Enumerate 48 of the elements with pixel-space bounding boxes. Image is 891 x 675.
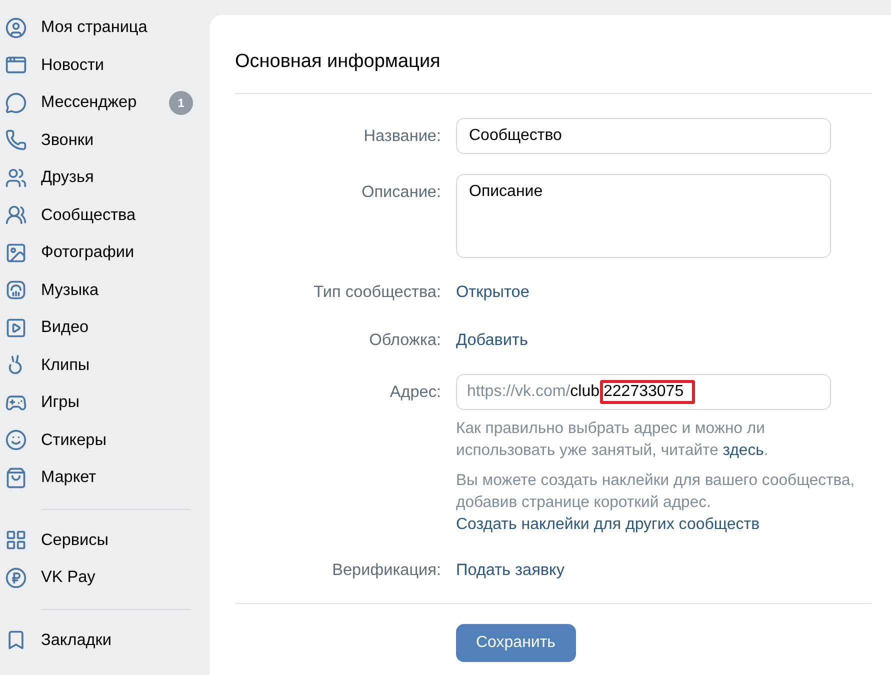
sidebar-item[interactable]: Новости <box>0 46 210 84</box>
video-play-icon <box>5 316 27 339</box>
sidebar-item[interactable]: Фотографии <box>0 234 210 272</box>
save-button[interactable]: Сохранить <box>456 624 576 662</box>
bag-icon <box>5 466 27 489</box>
name-input[interactable]: Сообщество <box>456 118 831 154</box>
grid-icon <box>5 529 27 552</box>
stickers-link[interactable]: Создать наклейки для других сообществ <box>456 514 760 536</box>
sidebar-item[interactable]: Музыка <box>0 272 210 309</box>
sidebar-item[interactable]: Сообщества <box>0 196 210 234</box>
sidebar-item[interactable]: Клипы <box>0 346 210 384</box>
field-label: Верификация: <box>331 560 441 580</box>
field-label: Обложка: <box>368 330 441 350</box>
unread-count-badge: 1 <box>169 90 193 115</box>
field-link[interactable]: Подать заявку <box>456 556 564 584</box>
sidebar-item[interactable]: Друзья <box>0 159 210 196</box>
news-window-icon <box>5 54 27 76</box>
music-icon <box>5 279 27 302</box>
here-link[interactable]: здесь <box>722 442 764 459</box>
field-label: Описание: <box>360 182 441 202</box>
sidebar-item[interactable]: Закладки <box>0 622 210 659</box>
sidebar-item[interactable]: Видео <box>0 309 210 346</box>
chat-bubble-icon <box>5 92 27 114</box>
friends-icon <box>5 166 27 189</box>
image-icon <box>5 242 27 264</box>
address-input[interactable]: https://vk.com/club 222733075 <box>456 374 831 410</box>
sidebar-item[interactable]: Звонки <box>0 122 210 159</box>
section-title: Основная информация <box>235 51 442 73</box>
group-icon <box>5 204 27 226</box>
sidebar-item[interactable]: Игры <box>0 384 210 422</box>
hint-text: Вы можете создать наклейки для вашего сообщества, добавив странице короткий адрес. <box>456 471 856 513</box>
hint-text: Как правильно выбрать адрес и можно ли использовать уже занятый, читайте здесь. <box>456 419 770 461</box>
sidebar-item[interactable]: Сервисы <box>0 522 210 559</box>
sidebar-item[interactable]: Маркет <box>0 459 210 496</box>
field-label: Название: <box>362 126 441 146</box>
ruble-coin-icon <box>5 566 27 589</box>
sidebar-item[interactable]: VK Pay <box>0 559 210 596</box>
field-label: Тип сообщества: <box>312 282 441 302</box>
sidebar-item[interactable]: Стикеры <box>0 422 210 459</box>
smile-icon <box>5 429 27 452</box>
field-label: Адрес: <box>388 382 441 402</box>
phone-icon <box>5 129 27 152</box>
sidebar-item[interactable]: Мессенджер 1 <box>0 84 210 122</box>
description-textarea[interactable]: Описание <box>456 174 831 258</box>
field-link[interactable]: Открытое <box>456 278 530 306</box>
sidebar-item[interactable]: Моя страница <box>0 9 210 46</box>
user-circle-icon <box>5 16 27 39</box>
field-link[interactable]: Добавить <box>456 326 528 354</box>
